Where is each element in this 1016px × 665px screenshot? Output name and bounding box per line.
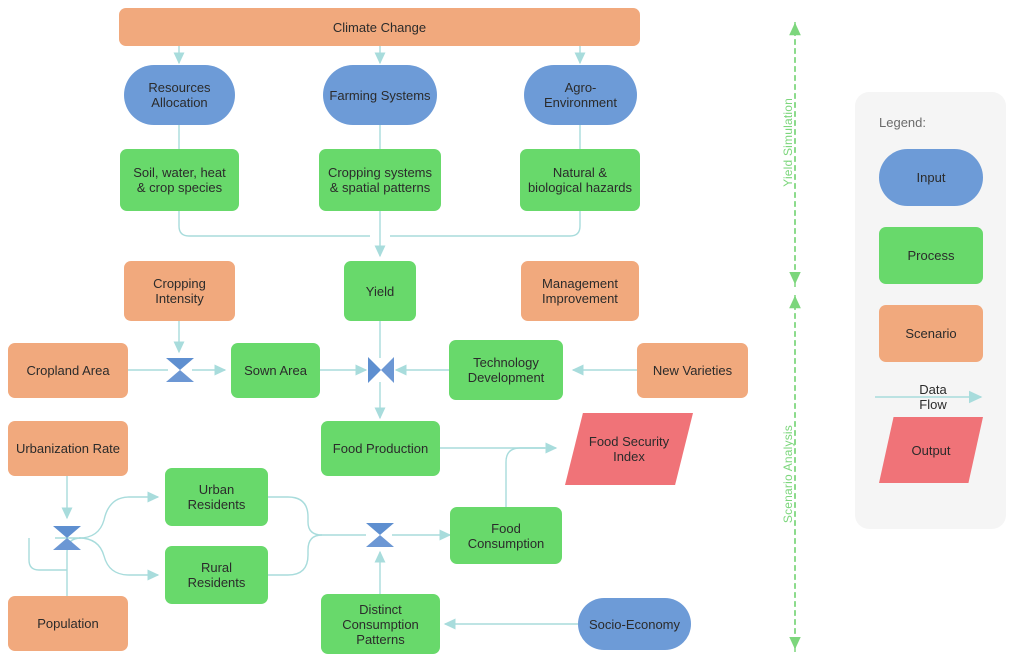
node-climate-change[interactable]: Climate Change bbox=[119, 8, 640, 46]
node-natural-biological-hazards[interactable]: Natural & biological hazards bbox=[520, 149, 640, 211]
flowchart-canvas: Climate Change Resources Allocation Farm… bbox=[0, 0, 1016, 665]
node-rural-residents[interactable]: Rural Residents bbox=[165, 546, 268, 604]
legend-item-input: Input bbox=[879, 149, 983, 206]
node-distinct-consumption-patterns[interactable]: Distinct Consumption Patterns bbox=[321, 594, 440, 654]
node-population[interactable]: Population bbox=[8, 596, 128, 651]
legend-item-data-flow: Data Flow bbox=[869, 377, 997, 417]
node-urbanization-rate[interactable]: Urbanization Rate bbox=[8, 421, 128, 476]
node-agro-environment[interactable]: Agro- Environment bbox=[524, 65, 637, 125]
node-soil-water-heat-crop-species[interactable]: Soil, water, heat & crop species bbox=[120, 149, 239, 211]
node-food-consumption[interactable]: Food Consumption bbox=[450, 507, 562, 564]
node-management-improvement[interactable]: Management Improvement bbox=[521, 261, 639, 321]
node-farming-systems[interactable]: Farming Systems bbox=[323, 65, 437, 125]
legend-title: Legend: bbox=[879, 115, 926, 130]
legend-item-output: Output bbox=[879, 417, 983, 483]
node-resources-allocation[interactable]: Resources Allocation bbox=[124, 65, 235, 125]
node-socio-economy[interactable]: Socio-Economy bbox=[578, 598, 691, 650]
node-cropland-area[interactable]: Cropland Area bbox=[8, 343, 128, 398]
node-new-varieties[interactable]: New Varieties bbox=[637, 343, 748, 398]
node-food-production[interactable]: Food Production bbox=[321, 421, 440, 476]
node-cropping-intensity[interactable]: Cropping Intensity bbox=[124, 261, 235, 321]
phase-label-yield-simulation: Yield Simulation bbox=[781, 98, 795, 187]
legend-item-data-flow-label: Data Flow bbox=[919, 382, 947, 412]
node-urban-residents[interactable]: Urban Residents bbox=[165, 468, 268, 526]
phase-label-scenario-analysis: Scenario Analysis bbox=[781, 425, 795, 524]
node-yield[interactable]: Yield bbox=[344, 261, 416, 321]
node-cropping-systems-spatial-patterns[interactable]: Cropping systems & spatial patterns bbox=[319, 149, 441, 211]
legend-panel: Legend: Input Process Scenario Data Flow… bbox=[855, 92, 1006, 529]
legend-item-process: Process bbox=[879, 227, 983, 284]
node-technology-development[interactable]: Technology Development bbox=[449, 340, 563, 400]
node-food-security-index[interactable]: Food Security Index bbox=[565, 413, 693, 485]
node-sown-area[interactable]: Sown Area bbox=[231, 343, 320, 398]
legend-item-scenario: Scenario bbox=[879, 305, 983, 362]
